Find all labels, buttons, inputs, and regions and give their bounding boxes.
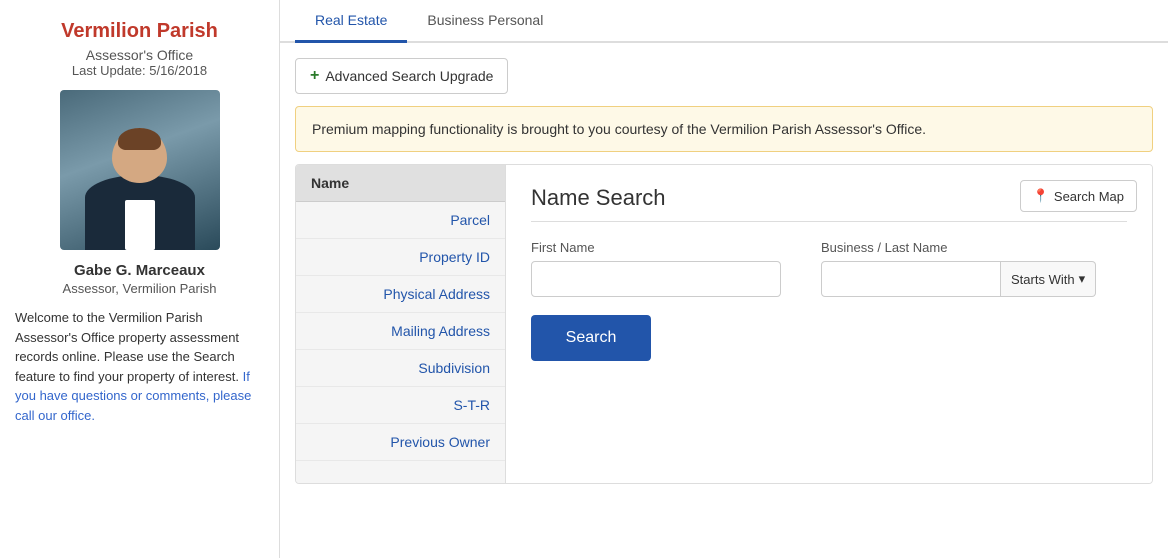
sidebar: Vermilion Parish Assessor's Office Last … (0, 0, 280, 558)
search-form: First Name Business / Last Name Starts W… (531, 240, 1127, 361)
parish-title: Vermilion Parish (61, 20, 218, 43)
assessor-role: Assessor, Vermilion Parish (63, 281, 217, 296)
avatar-shirt (125, 200, 155, 250)
tab-real-estate[interactable]: Real Estate (295, 0, 407, 43)
nav-item-previous-owner[interactable]: Previous Owner (296, 424, 505, 461)
map-pin-icon: 📍 (1033, 188, 1049, 204)
nav-item-str[interactable]: S-T-R (296, 387, 505, 424)
notice-banner: Premium mapping functionality is brought… (295, 106, 1153, 152)
avatar-hair (118, 128, 161, 150)
content-area: + Advanced Search Upgrade Premium mappin… (280, 43, 1168, 499)
assessor-name: Gabe G. Marceaux (74, 262, 205, 279)
last-name-with-dropdown: Starts With ▾ (821, 261, 1096, 297)
search-panel: 📍 Search Map Name Search First Name (506, 165, 1152, 483)
office-name: Assessor's Office (86, 47, 193, 63)
last-name-group: Business / Last Name Starts With ▾ (821, 240, 1096, 297)
advanced-search-label: Advanced Search Upgrade (325, 68, 493, 84)
search-nav: Name Parcel Property ID Physical Address… (296, 165, 506, 483)
search-map-button[interactable]: 📍 Search Map (1020, 180, 1137, 212)
starts-with-dropdown[interactable]: Starts With ▾ (1001, 261, 1096, 297)
search-container: Name Parcel Property ID Physical Address… (295, 164, 1153, 484)
main-content: Real Estate Business Personal + Advanced… (280, 0, 1168, 558)
last-name-input[interactable] (821, 261, 1001, 297)
nav-item-parcel[interactable]: Parcel (296, 202, 505, 239)
nav-item-property-id[interactable]: Property ID (296, 239, 505, 276)
first-name-input[interactable] (531, 261, 781, 297)
first-name-label: First Name (531, 240, 781, 255)
search-submit-button[interactable]: Search (531, 315, 651, 361)
dropdown-label: Starts With (1011, 272, 1075, 287)
last-name-label: Business / Last Name (821, 240, 1096, 255)
tabs-bar: Real Estate Business Personal (280, 0, 1168, 43)
search-nav-header: Name (296, 165, 505, 202)
plus-icon: + (310, 67, 319, 85)
sidebar-description: Welcome to the Vermilion Parish Assessor… (15, 308, 264, 425)
description-text: Welcome to the Vermilion Parish Assessor… (15, 310, 239, 384)
avatar-head (112, 128, 167, 183)
chevron-down-icon: ▾ (1079, 271, 1086, 287)
search-map-label: Search Map (1054, 189, 1124, 204)
last-update: Last Update: 5/16/2018 (72, 63, 207, 78)
nav-item-physical-address[interactable]: Physical Address (296, 276, 505, 313)
search-submit-label: Search (566, 329, 617, 346)
notice-text: Premium mapping functionality is brought… (312, 121, 926, 137)
name-fields-row: First Name Business / Last Name Starts W… (531, 240, 1127, 297)
first-name-group: First Name (531, 240, 781, 297)
avatar-body (85, 175, 195, 250)
nav-item-subdivision[interactable]: Subdivision (296, 350, 505, 387)
tab-business-personal[interactable]: Business Personal (407, 0, 563, 43)
advanced-search-button[interactable]: + Advanced Search Upgrade (295, 58, 508, 94)
avatar (60, 90, 220, 250)
nav-item-mailing-address[interactable]: Mailing Address (296, 313, 505, 350)
